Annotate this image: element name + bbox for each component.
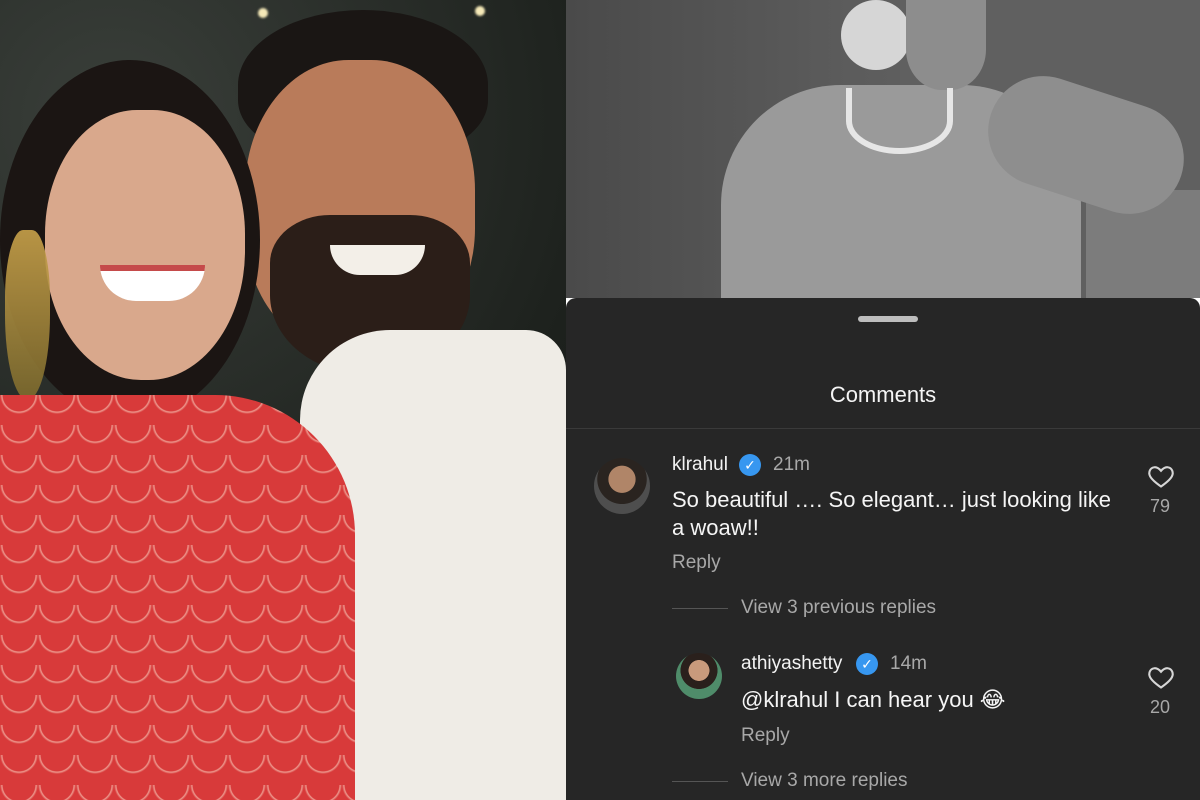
- woman-face: [45, 110, 245, 380]
- comment-time: 14m: [890, 653, 927, 674]
- background-light: [258, 8, 268, 18]
- comment-text-line: So beautiful …. So elegant… just looking…: [672, 487, 1112, 512]
- comment-text: So beautiful …. So elegant… just looking…: [672, 486, 1111, 542]
- comment-text-line: a woaw!!: [672, 515, 759, 540]
- like-count: 20: [1149, 697, 1171, 717]
- divider-line: [672, 608, 728, 609]
- couple-photo: [0, 0, 566, 800]
- earring: [5, 230, 50, 400]
- comment-username[interactable]: klrahul: [672, 454, 728, 476]
- avatar[interactable]: [676, 653, 722, 699]
- necklace: [846, 88, 953, 154]
- reply-button[interactable]: Reply: [741, 725, 790, 747]
- heart-icon[interactable]: [1146, 663, 1176, 691]
- comments-sheet: Comments klrahul ✓ 21m So beautiful …. S…: [566, 298, 1200, 800]
- verified-badge-icon: ✓: [739, 454, 761, 476]
- post-photo: [566, 0, 1200, 298]
- like-count: 79: [1149, 496, 1171, 516]
- view-replies-button[interactable]: View 3 more replies: [741, 770, 908, 792]
- divider: [566, 428, 1200, 429]
- red-sari: [0, 395, 355, 800]
- divider-line: [672, 781, 728, 782]
- comment-time: 21m: [773, 454, 810, 475]
- background-light: [475, 6, 485, 16]
- man-smile: [330, 245, 425, 275]
- comment-text: @klrahul I can hear you 😂: [741, 687, 1006, 712]
- avatar[interactable]: [594, 458, 650, 514]
- verified-badge-icon: ✓: [856, 653, 878, 675]
- view-replies-button[interactable]: View 3 previous replies: [741, 597, 936, 619]
- hair-flowers: [841, 0, 911, 70]
- reply-button[interactable]: Reply: [672, 552, 721, 574]
- comment-username[interactable]: athiyashetty: [741, 653, 842, 675]
- sheet-title: Comments: [829, 382, 937, 407]
- face: [906, 0, 986, 90]
- heart-icon[interactable]: [1146, 462, 1176, 490]
- drag-handle[interactable]: [858, 316, 918, 322]
